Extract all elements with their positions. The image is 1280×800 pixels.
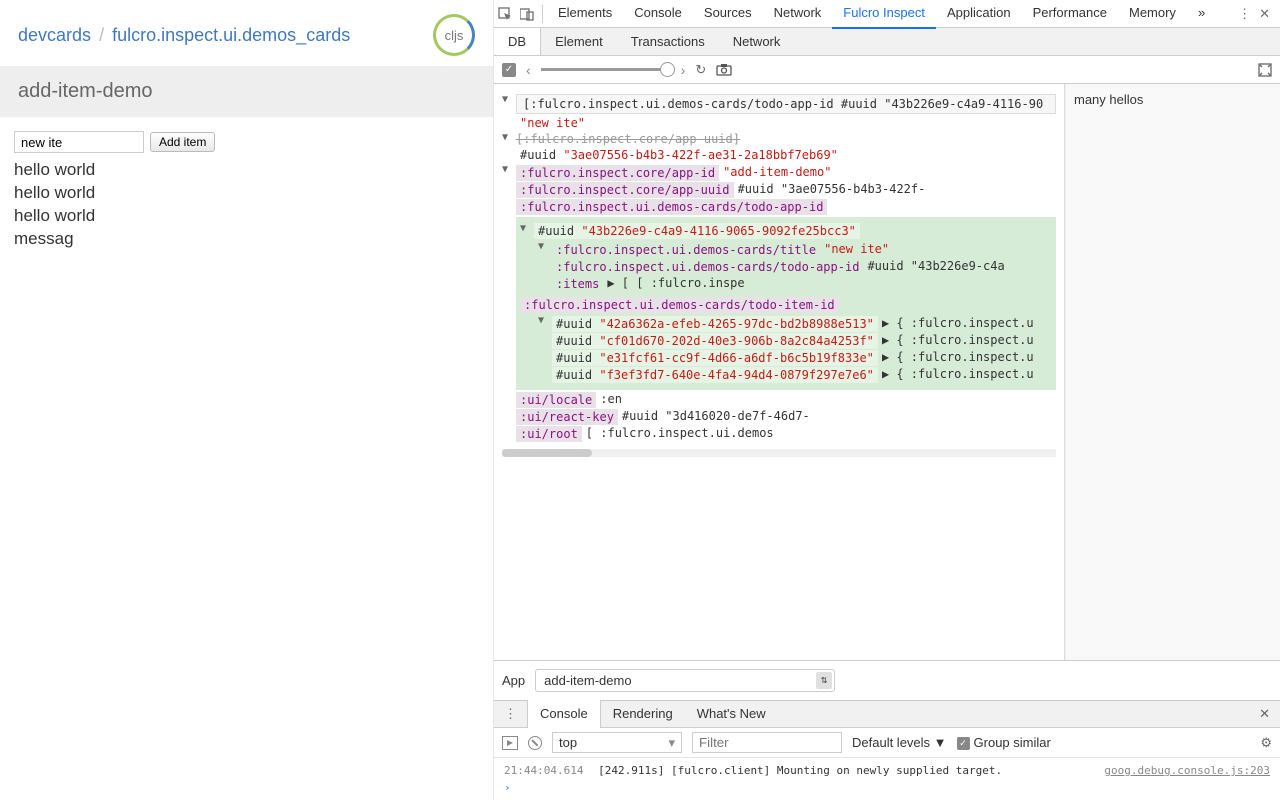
drawer-tab-rendering[interactable]: Rendering (601, 700, 685, 728)
edn-key[interactable]: :fulcro.inspect.core/app-uuid (516, 182, 734, 198)
list-item: messag (14, 228, 479, 251)
side-panel-text: many hellos (1065, 84, 1280, 660)
log-time: 21:44:04.614 (504, 764, 583, 777)
tab-fulcro-inspect[interactable]: Fulcro Inspect (832, 0, 936, 29)
edn-value: [ :fulcro.inspect.ui.demos (586, 426, 774, 442)
chevron-updown-icon: ⇅ (816, 672, 832, 689)
history-prev-icon[interactable]: ‹ (526, 62, 531, 78)
edn-key[interactable]: :ui/locale (516, 392, 596, 408)
edn-key[interactable]: :ui/react-key (516, 409, 618, 425)
edn-key[interactable]: :items (552, 276, 603, 292)
log-source-link[interactable]: goog.debug.console.js:203 (1104, 764, 1270, 777)
drawer-kebab-icon[interactable]: ⋮ (494, 706, 527, 722)
breadcrumb-sep: / (99, 25, 104, 45)
log-levels-select[interactable]: Default levels ▼ (852, 735, 947, 750)
close-icon[interactable]: ✕ (1259, 6, 1270, 22)
group-similar-checkbox[interactable]: ✓Group similar (957, 735, 1051, 750)
tab-console[interactable]: Console (623, 0, 693, 28)
disclosure-icon[interactable]: ▼ (520, 223, 530, 234)
edn-value: "new ite" (520, 116, 585, 130)
history-next-icon[interactable]: › (681, 62, 686, 78)
tab-performance[interactable]: Performance (1022, 0, 1118, 28)
subtab-db[interactable]: DB (494, 28, 541, 55)
console-settings-icon[interactable]: ⚙ (1260, 735, 1272, 751)
app-label: App (502, 673, 525, 688)
subtab-element[interactable]: Element (541, 28, 617, 55)
disclosure-icon[interactable]: ▼ (502, 94, 512, 105)
drawer-tab-console[interactable]: Console (527, 700, 601, 728)
log-entry: 21:44:04.614 [242.911s] [fulcro.client] … (504, 764, 1270, 777)
new-item-input[interactable] (14, 131, 144, 153)
edn-value: #uuid "3d416020-de7f-46d7- (622, 409, 810, 425)
edn-key[interactable]: :fulcro.inspect.ui.demos-cards/todo-app-… (516, 199, 827, 215)
edn-uuid[interactable]: #uuid "e31fcf61-cc9f-4d66-a6df-b6c5b19f8… (552, 350, 878, 366)
edn-uuid: #uuid #uuid "3ae07556-b4b3-422f-ae31-2a1… (520, 148, 838, 162)
edn-value: ▶ { :fulcro.inspect.u (882, 333, 1034, 349)
console-sidebar-icon[interactable] (502, 736, 518, 750)
record-checkbox[interactable]: ✓ (502, 63, 516, 77)
card-title: add-item-demo (0, 66, 493, 117)
console-filter-input[interactable] (692, 732, 842, 753)
tab-network[interactable]: Network (763, 0, 833, 28)
edn-value: ▶ { :fulcro.inspect.u (882, 350, 1034, 366)
edn-value: "add-item-demo" (723, 165, 831, 181)
context-select[interactable]: top (552, 732, 682, 753)
cljs-logo: cljs (433, 14, 475, 56)
list-item: hello world (14, 205, 479, 228)
edn-value: #uuid "43b226e9-c4a (867, 259, 1004, 275)
edn-path[interactable]: [:fulcro.inspect.ui.demos-cards/todo-app… (516, 94, 1056, 114)
app-select[interactable]: add-item-demo ⇅ (535, 669, 835, 692)
db-panel: ▼ [:fulcro.inspect.ui.demos-cards/todo-a… (494, 84, 1065, 660)
subtab-network[interactable]: Network (719, 28, 795, 55)
edn-key[interactable]: :fulcro.inspect.ui.demos-cards/title (552, 242, 820, 258)
drawer-tab-whatsnew[interactable]: What's New (685, 700, 778, 728)
edn-value: #uuid "3ae07556-b4b3-422f- (738, 182, 926, 198)
drawer-close-icon[interactable]: ✕ (1249, 706, 1280, 722)
subtab-transactions[interactable]: Transactions (617, 28, 719, 55)
tab-application[interactable]: Application (936, 0, 1022, 28)
device-toolbar-icon[interactable] (516, 7, 538, 21)
clear-console-icon[interactable] (528, 736, 542, 750)
edn-key[interactable]: :fulcro.inspect.ui.demos-cards/todo-item… (520, 297, 839, 313)
refresh-icon[interactable]: ↻ (695, 62, 706, 78)
tab-elements[interactable]: Elements (547, 0, 623, 28)
kebab-icon[interactable]: ⋮ (1238, 6, 1251, 22)
edn-value: :en (600, 392, 622, 408)
tab-sources[interactable]: Sources (693, 0, 763, 28)
edn-key[interactable]: :fulcro.inspect.core/app-id (516, 165, 719, 181)
edn-value: ▶ [ [ :fulcro.inspe (607, 276, 744, 292)
add-item-button[interactable]: Add item (150, 132, 215, 152)
edn-key[interactable]: :ui/root (516, 426, 582, 442)
edn-value: ▶ { :fulcro.inspect.u (882, 316, 1034, 332)
disclosure-icon[interactable]: ▼ (502, 132, 512, 143)
inspect-element-icon[interactable] (494, 7, 516, 21)
edn-uuid[interactable]: #uuid "f3ef3fd7-640e-4fa4-94d4-0879f297e… (552, 367, 878, 383)
disclosure-icon[interactable]: ▼ (502, 164, 512, 175)
history-slider[interactable] (541, 68, 671, 71)
list-item: hello world (14, 159, 479, 182)
snapshot-icon[interactable] (716, 63, 732, 76)
edn-uuid[interactable]: #uuid "42a6362a-efeb-4265-97dc-bd2b8988e… (552, 316, 878, 332)
horizontal-scrollbar[interactable] (502, 449, 1056, 457)
breadcrumb-current[interactable]: fulcro.inspect.ui.demos_cards (112, 25, 350, 45)
edn-value: ▶ { :fulcro.inspect.u (882, 367, 1034, 383)
breadcrumb: devcards / fulcro.inspect.ui.demos_cards… (0, 0, 493, 66)
tab-memory[interactable]: Memory (1118, 0, 1187, 28)
expand-icon[interactable] (1258, 63, 1272, 77)
breadcrumb-root[interactable]: devcards (18, 25, 91, 45)
disclosure-icon[interactable]: ▼ (538, 315, 548, 326)
tab-overflow-icon[interactable]: » (1187, 0, 1216, 28)
edn-uuid[interactable]: #uuid "cf01d670-202d-40e3-906b-8a2c84a42… (552, 333, 878, 349)
edn-struck: [:fulcro.inspect.core/app-uuid] (516, 132, 740, 146)
edn-key[interactable]: :fulcro.inspect.ui.demos-cards/todo-app-… (552, 259, 863, 275)
edn-value: "new ite" (824, 242, 889, 258)
disclosure-icon[interactable]: ▼ (538, 241, 548, 252)
list-item: hello world (14, 182, 479, 205)
console-prompt[interactable]: › (504, 781, 1270, 794)
edn-uuid[interactable]: #uuid "43b226e9-c4a9-4116-9065-9092fe25b… (534, 223, 860, 239)
